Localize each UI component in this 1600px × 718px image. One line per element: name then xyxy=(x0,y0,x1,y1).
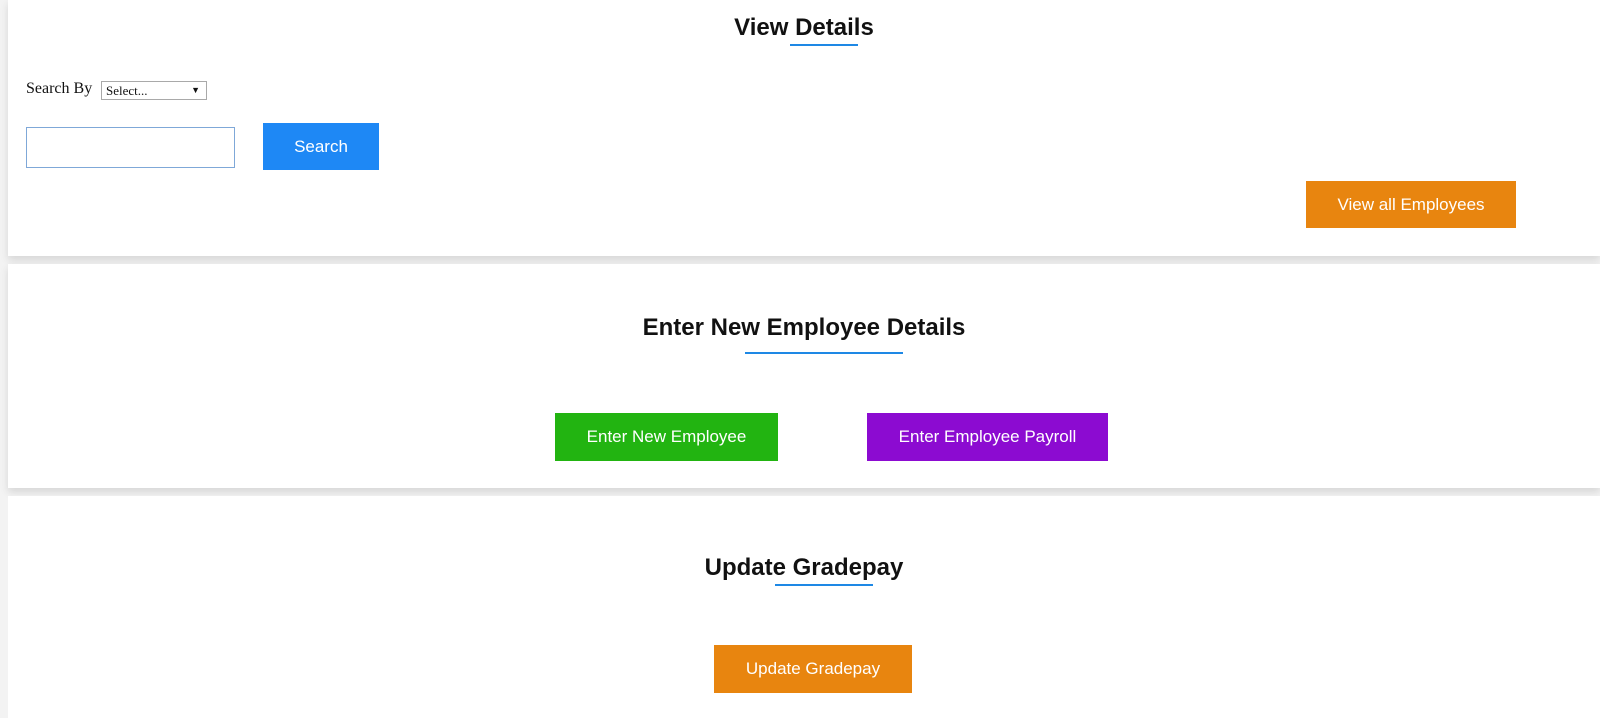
enter-new-employee-button[interactable]: Enter New Employee xyxy=(555,413,778,461)
enter-employee-payroll-button[interactable]: Enter Employee Payroll xyxy=(867,413,1108,461)
dropdown-arrow-icon: ▼ xyxy=(191,85,200,95)
view-details-title-underline xyxy=(790,44,858,46)
view-details-title: View Details xyxy=(734,14,874,41)
page: View Details Search By Select... ▼ Searc… xyxy=(0,0,1600,718)
update-gradepay-button[interactable]: Update Gradepay xyxy=(714,645,912,693)
search-button[interactable]: Search xyxy=(263,123,379,170)
gradepay-card: Update Gradepay Update Gradepay xyxy=(8,496,1600,718)
view-details-card: View Details Search By Select... ▼ Searc… xyxy=(8,0,1600,256)
gradepay-title-underline xyxy=(775,584,873,586)
new-employee-card: Enter New Employee Details Enter New Emp… xyxy=(8,264,1600,488)
view-all-employees-button[interactable]: View all Employees xyxy=(1306,181,1516,228)
search-by-select[interactable]: Select... ▼ xyxy=(101,81,207,100)
search-input[interactable] xyxy=(26,127,235,168)
new-employee-title-underline xyxy=(745,352,903,354)
gradepay-title: Update Gradepay xyxy=(704,554,904,581)
search-by-select-value: Select... xyxy=(106,83,148,98)
search-by-label: Search By xyxy=(26,80,93,97)
new-employee-title: Enter New Employee Details xyxy=(642,314,966,341)
